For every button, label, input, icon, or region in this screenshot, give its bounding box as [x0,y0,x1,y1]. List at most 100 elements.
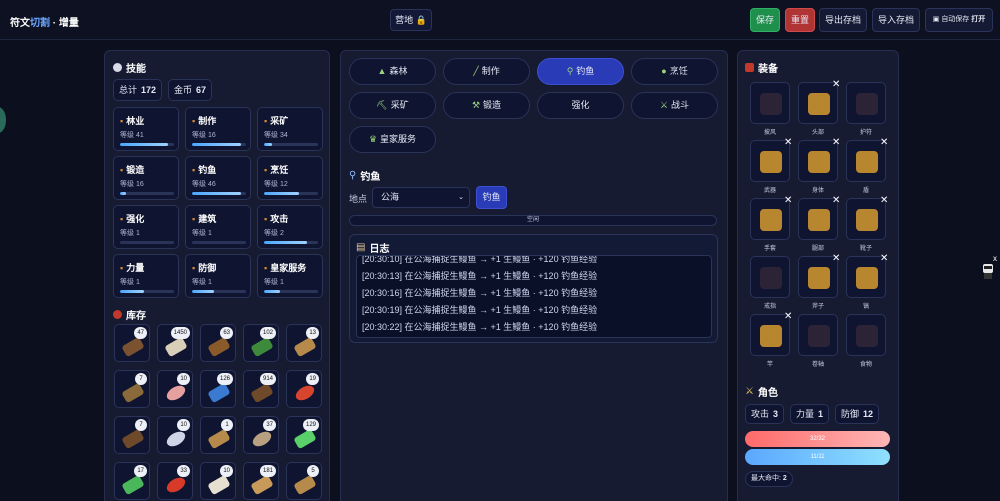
equipment-slot-label: 武器 [763,188,776,194]
skill-card[interactable]: ▪ 攻击 等级 2 [257,205,323,249]
tab-4[interactable]: ● 烹饪 [631,58,718,85]
inventory-slot[interactable]: 10 [157,370,193,408]
unequip-close-icon[interactable]: ✕ [832,137,840,148]
export-save-button[interactable]: 导出存档 [819,8,867,32]
unequip-close-icon[interactable]: ✕ [880,253,888,264]
unequip-close-icon[interactable]: ✕ [880,195,888,206]
inventory-slot[interactable]: 126 [200,370,236,408]
tab-6[interactable]: ⚒ 锻造 [443,92,530,119]
equipment-slot[interactable] [798,314,838,356]
skill-card[interactable]: ▪ 力量 等级 1 [113,254,179,298]
equipment-slot[interactable] [846,314,886,356]
salt-pile-icon [207,474,231,496]
hp-bar: 32/32 [745,431,890,447]
app-title: 符文切割 · 增量 [10,18,79,29]
location-select[interactable]: 公海 ⌄ [372,187,470,208]
skill-card[interactable]: ▪ 防御 等级 1 [185,254,251,298]
item-count: 10 [220,465,233,477]
tab-8[interactable]: ⚔ 战斗 [631,92,718,119]
inventory-slot[interactable]: 17 [114,462,150,500]
inventory-slot[interactable]: 1450 [157,324,193,362]
skill-card[interactable]: ▪ 制作 等级 16 [185,107,251,151]
tab-3[interactable]: ⚲ 钓鱼 [537,58,624,85]
inventory-slot[interactable]: 7 [114,370,150,408]
unequip-close-icon[interactable]: ✕ [784,137,792,148]
log-box[interactable]: [20:30:10] 在公海捕捉生鳗鱼 → +1 生鳗鱼 · +120 钓鱼经验… [356,255,712,338]
equipment-slot[interactable] [750,256,790,298]
inventory-slot[interactable]: 5 [286,462,322,500]
inventory-slot[interactable]: 10 [200,462,236,500]
inventory-slot[interactable]: 7 [114,416,150,454]
logs-icon [121,428,145,450]
upgrade-icon: ▪ 强化 [120,214,145,224]
save-button[interactable]: 保存 [750,8,780,32]
skill-card[interactable]: ▪ 钓鱼 等级 46 [185,156,251,200]
skill-card[interactable]: ▪ 采矿 等级 34 [257,107,323,151]
inventory-slot[interactable]: 47 [114,324,150,362]
action-progress-bar: 空闲 [349,215,717,226]
inventory-slot[interactable]: 33 [157,462,193,500]
inventory-slot[interactable]: 37 [243,416,279,454]
skill-name: 建筑 [198,214,217,224]
skill-name: 采矿 [270,116,289,126]
inventory-slot[interactable]: 181 [243,462,279,500]
tab-label: 强化 [571,100,590,110]
shrimp-red-icon [293,382,317,404]
skill-card[interactable]: ▪ 建筑 等级 1 [185,205,251,249]
skill-progress-fill [192,192,241,195]
equipment-slot[interactable] [846,82,886,124]
inventory-slot[interactable]: 13 [286,324,322,362]
tab-5[interactable]: ⛏ 采矿 [349,92,436,119]
unequip-close-icon[interactable]: ✕ [880,137,888,148]
tab-9[interactable]: ♛ 皇家服务 [349,126,436,153]
import-save-button[interactable]: 导入存档 [872,8,920,32]
skill-progress-fill [264,143,273,146]
inventory-slot[interactable]: 102 [243,324,279,362]
axe-icon [808,267,830,289]
equipment-slot-label: 靴子 [859,246,872,252]
close-icon[interactable]: x [993,254,997,263]
skill-progress-bar [264,192,318,195]
reset-button[interactable]: 重置 [785,8,815,32]
inventory-slot[interactable]: 10 [157,416,193,454]
skill-card[interactable]: ▪ 皇家服务 等级 1 [257,254,323,298]
clock-icon [113,63,122,72]
skill-progress-fill [120,192,127,195]
inventory-slot[interactable]: 19 [286,370,322,408]
character-avatar-icon[interactable] [980,262,996,280]
tab-2[interactable]: ╱ 制作 [443,58,530,85]
ore-red-icon [164,474,188,496]
equipment-slot-label: 戒指 [763,304,776,310]
shield-icon: ▪ 防御 [192,263,217,273]
location-label: 地点 [349,194,368,204]
unequip-close-icon[interactable]: ✕ [832,79,840,90]
camp-button[interactable]: 营地 🔒 [390,9,432,31]
item-count: 914 [259,373,276,385]
unequip-close-icon[interactable]: ✕ [832,253,840,264]
auto-save-toggle[interactable]: ▣ 自动保存 打开 [925,8,993,32]
inventory-slot[interactable]: 914 [243,370,279,408]
ring-icon [760,267,782,289]
skill-progress-bar [192,192,246,195]
fish-button[interactable]: 钓鱼 [476,186,507,209]
inventory-slot[interactable]: 63 [200,324,236,362]
equipment-slot[interactable] [750,82,790,124]
unequip-close-icon[interactable]: ✕ [832,195,840,206]
inventory-slot[interactable]: 129 [286,416,322,454]
fishing-rod-icon: ⚲ [349,170,357,181]
equipment-slot-label: 卷轴 [811,362,824,368]
skill-card[interactable]: ▪ 林业 等级 41 [113,107,179,151]
equipment-slot-label: 身体 [811,188,824,194]
unequip-close-icon[interactable]: ✕ [784,311,792,322]
tab-7[interactable]: 强化 [537,92,624,119]
side-handle[interactable] [0,107,6,133]
plank-icon [293,336,317,358]
cooking-icon: ● [661,66,667,76]
skill-card[interactable]: ▪ 锻造 等级 16 [113,156,179,200]
skill-card[interactable]: ▪ 强化 等级 1 [113,205,179,249]
unequip-close-icon[interactable]: ✕ [784,195,792,206]
skill-card[interactable]: ▪ 烹饪 等级 12 [257,156,323,200]
tab-1[interactable]: ▲ 森林 [349,58,436,85]
inventory-slot[interactable]: 1 [200,416,236,454]
water-icon [207,382,231,404]
